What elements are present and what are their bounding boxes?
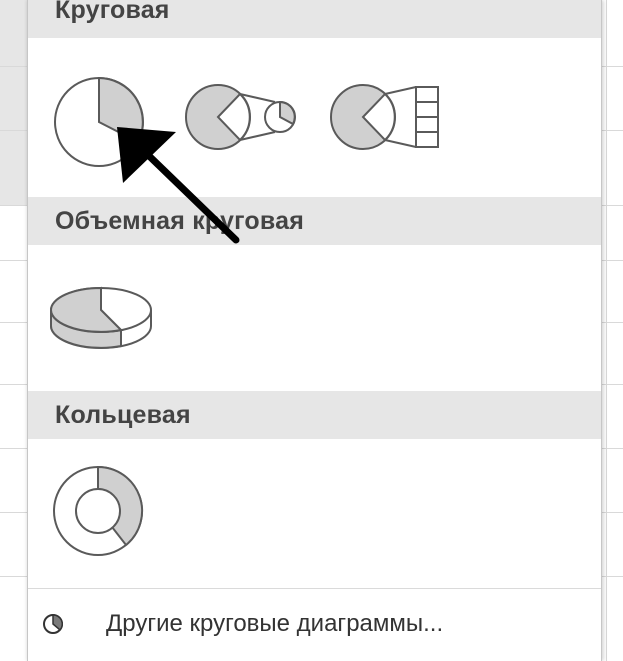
pie-chart-icon bbox=[54, 76, 144, 167]
pie-of-pie-chart-icon bbox=[185, 84, 296, 150]
chart-type-dropdown: Круговая Объемная круговая Кольцевая Дру… bbox=[27, 0, 602, 661]
footer-divider bbox=[28, 588, 601, 589]
3d-pie-chart-button[interactable] bbox=[49, 280, 153, 352]
section-title: Круговая bbox=[55, 0, 170, 24]
bar-of-pie-chart-button[interactable] bbox=[330, 82, 445, 152]
pie-of-pie-chart-button[interactable] bbox=[185, 82, 300, 152]
section-header-doughnut: Кольцевая bbox=[28, 391, 601, 439]
pie-small-icon bbox=[43, 614, 64, 634]
3d-pie-chart-icon bbox=[49, 286, 152, 349]
doughnut-chart-icon bbox=[53, 465, 144, 556]
doughnut-chart-button[interactable] bbox=[52, 465, 144, 557]
grid-line bbox=[606, 0, 607, 661]
bar-of-pie-chart-icon bbox=[330, 84, 439, 150]
section-header-pie: Круговая bbox=[28, 0, 601, 38]
section-title: Объемная круговая bbox=[55, 206, 305, 235]
row-header-strip bbox=[0, 0, 28, 205]
section-header-3d-pie: Объемная круговая bbox=[28, 197, 601, 245]
more-pie-charts-label: Другие круговые диаграммы... bbox=[106, 610, 444, 637]
section-title: Кольцевая bbox=[55, 400, 191, 429]
more-pie-charts-menu-item[interactable]: Другие круговые диаграммы... bbox=[28, 595, 601, 653]
pie-chart-button[interactable] bbox=[53, 76, 145, 168]
